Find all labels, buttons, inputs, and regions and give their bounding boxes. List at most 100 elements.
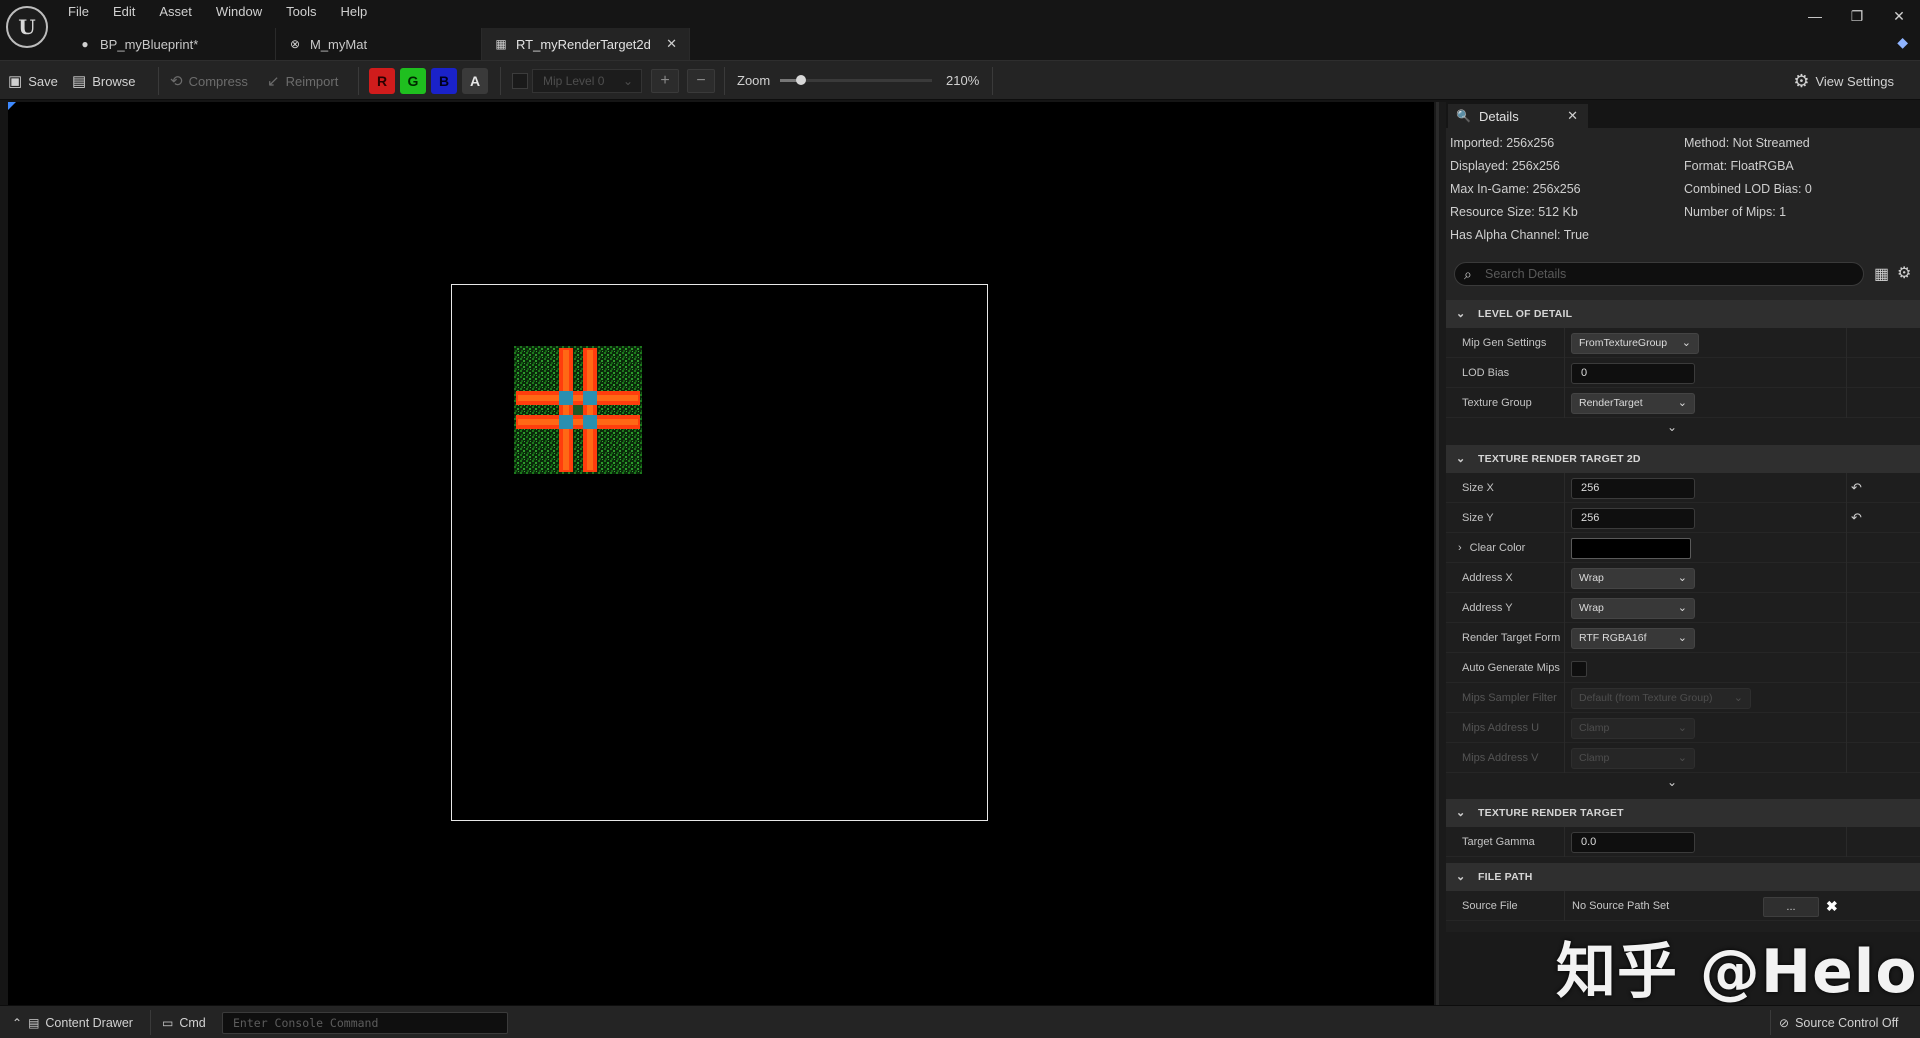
- dropdown-value: FromTextureGroup: [1579, 337, 1668, 349]
- green-channel-toggle[interactable]: G: [400, 68, 426, 94]
- compress-icon: ⟲: [170, 73, 183, 90]
- clear-color-label: Clear Color: [1469, 542, 1526, 554]
- prop-mips-address-v: Mips Address V Clamp ⌄: [1446, 743, 1920, 773]
- reset-to-default-icon[interactable]: ↶: [1851, 473, 1862, 503]
- mip-level-checkbox[interactable]: [512, 73, 528, 89]
- compress-button[interactable]: ⟲ Compress: [170, 61, 248, 101]
- title-bar: U File Edit Asset Window Tools Help ● BP…: [0, 0, 1920, 60]
- clear-color-swatch[interactable]: [1571, 538, 1691, 559]
- zoom-slider[interactable]: [780, 75, 932, 85]
- mip-level-dropdown[interactable]: Mip Level 0 ⌄: [532, 69, 642, 93]
- tab-m-mymat[interactable]: ⊗ M_myMat: [276, 28, 482, 60]
- texture-viewport[interactable]: [8, 102, 1434, 1005]
- size-x-input[interactable]: 256: [1571, 478, 1695, 499]
- section-level-of-detail[interactable]: ⌄ LEVEL OF DETAIL: [1446, 300, 1920, 328]
- menu-tools[interactable]: Tools: [274, 0, 328, 22]
- source-control-label: Source Control Off: [1795, 1015, 1899, 1030]
- save-button[interactable]: ▣ Save: [8, 61, 58, 101]
- column-divider: [1846, 388, 1847, 418]
- menu-window[interactable]: Window: [204, 0, 274, 22]
- prop-lod-bias: LOD Bias 0: [1446, 358, 1920, 388]
- chevron-down-icon: ⌄: [1667, 420, 1678, 434]
- menu-edit[interactable]: Edit: [101, 0, 147, 22]
- column-divider: [1846, 563, 1847, 593]
- compress-label: Compress: [188, 73, 248, 89]
- cmd-button[interactable]: ▭ Cmd: [162, 1006, 206, 1038]
- dropdown-value: RTF RGBA16f: [1579, 632, 1647, 644]
- texture-preview-frame: [451, 284, 988, 821]
- browse-button[interactable]: ▤ Browse: [72, 61, 136, 101]
- column-divider: [1846, 593, 1847, 623]
- target-gamma-input[interactable]: 0.0: [1571, 832, 1695, 853]
- reimport-button[interactable]: ↙ Reimport: [267, 61, 338, 101]
- dropdown-value: Clamp: [1579, 752, 1610, 764]
- close-icon[interactable]: ✕: [1567, 108, 1578, 124]
- menu-file[interactable]: File: [58, 0, 101, 22]
- chevron-down-icon: ⌄: [1456, 807, 1466, 819]
- tab-rt-myrendertarget2d[interactable]: ▦ RT_myRenderTarget2d ✕: [482, 28, 690, 60]
- address-y-dropdown[interactable]: Wrap ⌄: [1571, 598, 1695, 619]
- reset-to-default-icon[interactable]: ↶: [1851, 503, 1862, 533]
- texture-group-dropdown[interactable]: RenderTarget ⌄: [1571, 393, 1695, 414]
- mips-address-v-dropdown[interactable]: Clamp ⌄: [1571, 748, 1695, 769]
- blue-channel-toggle[interactable]: B: [431, 68, 457, 94]
- red-channel-toggle[interactable]: R: [369, 68, 395, 94]
- source-control-button[interactable]: ⊘ Source Control Off: [1779, 1006, 1898, 1038]
- lod-bias-input[interactable]: 0: [1571, 363, 1695, 384]
- column-divider: [1564, 623, 1565, 653]
- chevron-down-icon: ⌄: [1733, 692, 1743, 704]
- zoom-in-button[interactable]: +: [651, 69, 679, 93]
- size-y-input[interactable]: 256: [1571, 508, 1695, 529]
- save-label: Save: [28, 73, 58, 89]
- tab-bp-myblueprint[interactable]: ● BP_myBlueprint*: [66, 28, 276, 60]
- mip-gen-settings-dropdown[interactable]: FromTextureGroup ⌄: [1571, 333, 1699, 354]
- close-icon[interactable]: ✕: [666, 36, 677, 52]
- address-x-dropdown[interactable]: Wrap ⌄: [1571, 568, 1695, 589]
- menu-help[interactable]: Help: [328, 0, 379, 22]
- mips-sampler-filter-dropdown[interactable]: Default (from Texture Group) ⌄: [1571, 688, 1751, 709]
- pin-icon[interactable]: ◆: [1897, 34, 1908, 51]
- zoom-slider-thumb[interactable]: [796, 75, 807, 85]
- auto-generate-mips-checkbox[interactable]: [1571, 661, 1587, 677]
- minimize-icon[interactable]: —: [1794, 0, 1836, 32]
- view-settings-button[interactable]: ⚙ View Settings: [1793, 61, 1894, 101]
- search-details-input[interactable]: Search Details: [1454, 262, 1864, 286]
- column-divider: [1564, 473, 1565, 503]
- details-tab[interactable]: 🔍 Details ✕: [1448, 104, 1588, 128]
- console-command-input[interactable]: Enter Console Command: [222, 1012, 508, 1034]
- details-tab-bar: 🔍 Details ✕: [1446, 102, 1920, 128]
- chevron-down-icon: ⌄: [1677, 722, 1687, 734]
- view-settings-label: View Settings: [1815, 73, 1894, 89]
- prop-label: Auto Generate Mips: [1462, 662, 1560, 674]
- clear-source-icon[interactable]: ✖: [1826, 891, 1838, 921]
- rt2d-advanced-expander[interactable]: ⌄: [1446, 773, 1920, 797]
- column-divider: [1564, 653, 1565, 683]
- close-window-icon[interactable]: ✕: [1878, 0, 1920, 32]
- terminal-icon: ▭: [162, 1015, 174, 1030]
- alpha-channel-toggle[interactable]: A: [462, 68, 488, 94]
- dropdown-value: Wrap: [1579, 572, 1604, 584]
- browse-source-button[interactable]: ...: [1763, 897, 1819, 917]
- restore-icon[interactable]: ❐: [1836, 0, 1878, 32]
- zoom-out-button[interactable]: −: [687, 69, 715, 93]
- info-imported: Imported: 256x256: [1450, 136, 1555, 150]
- menu-asset[interactable]: Asset: [147, 0, 204, 22]
- splitter-line: [1436, 102, 1439, 1005]
- section-texture-render-target[interactable]: ⌄ TEXTURE RENDER TARGET: [1446, 799, 1920, 827]
- chevron-up-icon: ⌃: [12, 1015, 23, 1030]
- column-divider: [1564, 891, 1565, 921]
- lod-advanced-expander[interactable]: ⌄: [1446, 418, 1920, 442]
- prop-label: Size X: [1462, 482, 1494, 494]
- zhihu-watermark: 知乎 @Helo: [1556, 937, 1918, 1007]
- mips-address-u-dropdown[interactable]: Clamp ⌄: [1571, 718, 1695, 739]
- unreal-logo-icon[interactable]: U: [6, 6, 48, 48]
- section-texture-render-target-2d[interactable]: ⌄ TEXTURE RENDER TARGET 2D: [1446, 445, 1920, 473]
- column-divider: [1564, 683, 1565, 713]
- table-view-icon[interactable]: ▦: [1874, 264, 1889, 284]
- chevron-right-icon[interactable]: ›: [1458, 542, 1462, 554]
- save-icon: ▣: [8, 73, 23, 90]
- section-file-path[interactable]: ⌄ FILE PATH: [1446, 863, 1920, 891]
- content-drawer-button[interactable]: ⌃ ▤ Content Drawer: [12, 1006, 133, 1038]
- render-target-format-dropdown[interactable]: RTF RGBA16f ⌄: [1571, 628, 1695, 649]
- gear-icon[interactable]: ⚙: [1897, 263, 1911, 283]
